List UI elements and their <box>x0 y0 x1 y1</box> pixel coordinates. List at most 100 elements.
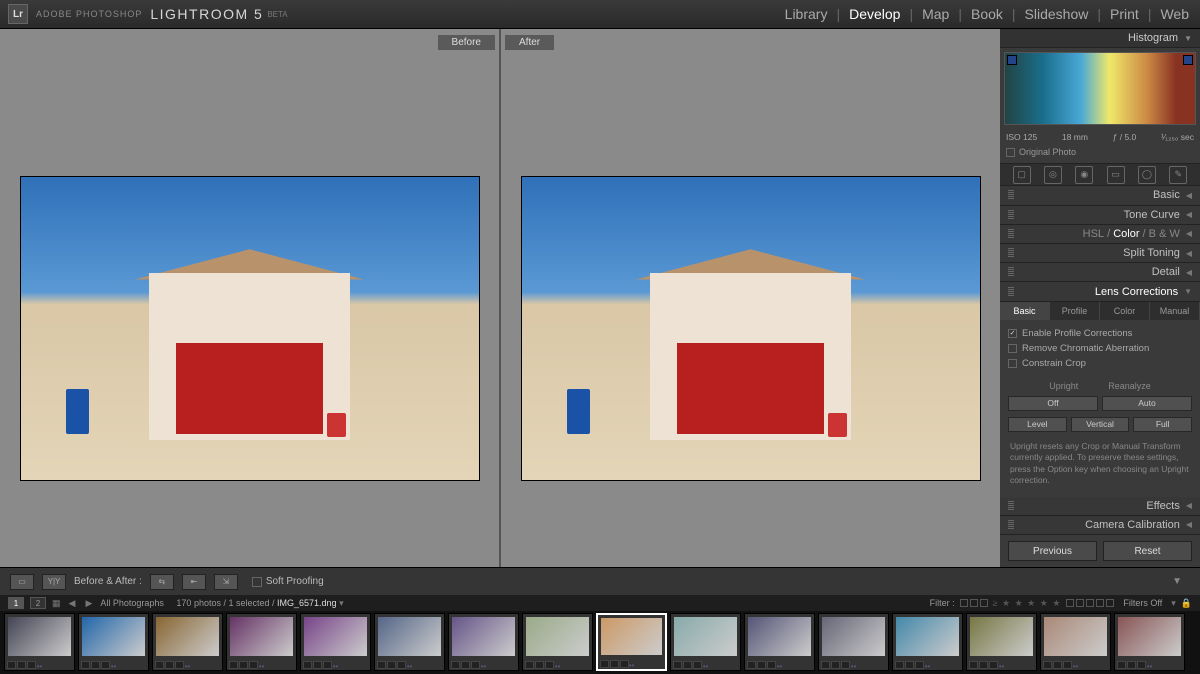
soft-proofing-checkbox[interactable] <box>252 577 262 587</box>
histogram-header[interactable]: Histogram ▼ <box>1000 29 1200 48</box>
filmstrip-thumb[interactable]: •• <box>670 613 741 671</box>
upright-row2: Level Vertical Full <box>1000 414 1200 435</box>
nav-library[interactable]: Library <box>782 6 831 22</box>
highlight-clip-icon[interactable] <box>1183 55 1193 65</box>
nav-map[interactable]: Map <box>919 6 952 22</box>
crop-tool-icon[interactable]: ▢ <box>1013 166 1031 184</box>
before-label: Before <box>438 35 495 50</box>
bottom-toolbar: ▭ Y|Y Before & After : ⇆ ⇤ ⇲ Soft Proofi… <box>0 567 1200 595</box>
color-label-filters[interactable] <box>1066 599 1114 607</box>
filmstrip-thumb[interactable]: •• <box>4 613 75 671</box>
reanalyze-button[interactable]: Reanalyze <box>1108 381 1151 391</box>
nav-book[interactable]: Book <box>968 6 1006 22</box>
nav-fwd-icon[interactable]: ▶ <box>83 598 94 609</box>
upright-vertical-button[interactable]: Vertical <box>1071 417 1130 432</box>
original-photo-row[interactable]: Original Photo <box>1000 145 1200 163</box>
upright-off-button[interactable]: Off <box>1008 396 1098 411</box>
lc-tab-profile[interactable]: Profile <box>1050 302 1100 320</box>
histogram-chart[interactable] <box>1004 52 1196 125</box>
lc-enable-profile-row[interactable]: ✓ Enable Profile Corrections <box>1008 326 1192 341</box>
filter-bar: Filter : ≥ ★ ★ ★ ★ ★ Filters Off ▾ 🔒 <box>930 598 1192 609</box>
shadow-clip-icon[interactable] <box>1007 55 1017 65</box>
section-split-toning[interactable]: Split Toning◀ <box>1000 244 1200 263</box>
nav-back-icon[interactable]: ◀ <box>67 598 78 609</box>
chevron-down-icon: ▼ <box>1184 287 1192 296</box>
lc-tab-basic[interactable]: Basic <box>1000 302 1050 320</box>
section-hsl-color-bw[interactable]: HSL / Color / B & W ◀ <box>1000 225 1200 244</box>
canvas-before[interactable]: Before <box>0 29 499 567</box>
upright-level-button[interactable]: Level <box>1008 417 1067 432</box>
redeye-tool-icon[interactable]: ◉ <box>1075 166 1093 184</box>
monitor-1-button[interactable]: 1 <box>8 597 24 609</box>
before-after-label: Before & After : <box>74 576 142 587</box>
filmstrip-thumb[interactable]: •• <box>596 613 667 671</box>
spot-tool-icon[interactable]: ◎ <box>1044 166 1062 184</box>
section-effects[interactable]: Effects◀ <box>1000 497 1200 516</box>
filmstrip-thumb[interactable]: •• <box>892 613 963 671</box>
nav-web[interactable]: Web <box>1157 6 1192 22</box>
upright-auto-button[interactable]: Auto <box>1102 396 1192 411</box>
section-tone-curve[interactable]: Tone Curve◀ <box>1000 206 1200 225</box>
app-header: Lr ADOBE PHOTOSHOP LIGHTROOM 5 BETA Libr… <box>0 0 1200 29</box>
lc-tab-manual[interactable]: Manual <box>1150 302 1200 320</box>
chevron-left-icon: ◀ <box>1186 249 1192 258</box>
compare-view-button[interactable]: Y|Y <box>42 574 66 590</box>
original-photo-checkbox[interactable] <box>1006 148 1015 157</box>
soft-proofing-row[interactable]: Soft Proofing <box>252 576 324 587</box>
section-lens-corrections[interactable]: Lens Corrections▼ <box>1000 282 1200 301</box>
chevron-down-icon: ▾ <box>339 598 344 608</box>
panel-nav-buttons: Previous Reset <box>1000 535 1200 567</box>
filmstrip-thumb[interactable]: •• <box>448 613 519 671</box>
before-after-copy2-button[interactable]: ⇲ <box>214 574 238 590</box>
filmstrip-thumb[interactable]: •• <box>78 613 149 671</box>
lc-remove-ca-checkbox[interactable] <box>1008 344 1017 353</box>
grad-filter-icon[interactable]: ▭ <box>1107 166 1125 184</box>
grid-icon[interactable]: ▦ <box>52 598 61 609</box>
right-panel: Histogram ▼ ISO 125 18 mm ƒ / 5.0 ¹⁄₁₂₅₀… <box>1000 29 1200 567</box>
filters-off-dropdown[interactable]: Filters Off <box>1119 598 1166 608</box>
lc-constrain-crop-checkbox[interactable] <box>1008 359 1017 368</box>
filmstrip-thumb[interactable]: •• <box>818 613 889 671</box>
lc-remove-ca-row[interactable]: Remove Chromatic Aberration <box>1008 341 1192 356</box>
toolbar-overflow-icon[interactable]: ▼ <box>1164 576 1190 587</box>
filmstrip-thumb[interactable]: •• <box>522 613 593 671</box>
brush-tool-icon[interactable]: ✎ <box>1169 166 1187 184</box>
loupe-view-button[interactable]: ▭ <box>10 574 34 590</box>
filmstrip[interactable]: •••••••••••••••••••••••••••••••• <box>0 611 1200 674</box>
previous-button[interactable]: Previous <box>1008 541 1097 561</box>
section-camera-calibration[interactable]: Camera Calibration◀ <box>1000 516 1200 535</box>
radial-filter-icon[interactable]: ◯ <box>1138 166 1156 184</box>
original-photo-label: Original Photo <box>1019 147 1076 157</box>
filmstrip-thumb[interactable]: •• <box>966 613 1037 671</box>
flag-filters[interactable] <box>960 599 988 607</box>
filmstrip-thumb[interactable]: •• <box>226 613 297 671</box>
breadcrumb[interactable]: All Photographs 170 photos / 1 selected … <box>100 598 343 609</box>
filmstrip-header: 1 2 ▦ ◀ ▶ All Photographs 170 photos / 1… <box>0 595 1200 611</box>
photo-before <box>20 176 480 481</box>
brand-suite: ADOBE PHOTOSHOP <box>36 10 142 19</box>
filmstrip-thumb[interactable]: •• <box>300 613 371 671</box>
filmstrip-thumb[interactable]: •• <box>1040 613 1111 671</box>
lc-tab-color[interactable]: Color <box>1100 302 1150 320</box>
lc-constrain-crop-row[interactable]: Constrain Crop <box>1008 356 1192 371</box>
before-after-copy-button[interactable]: ⇤ <box>182 574 206 590</box>
filmstrip-thumb[interactable]: •• <box>1114 613 1185 671</box>
before-after-swap-button[interactable]: ⇆ <box>150 574 174 590</box>
filmstrip-thumb[interactable]: •• <box>374 613 445 671</box>
section-detail[interactable]: Detail◀ <box>1000 263 1200 282</box>
nav-slideshow[interactable]: Slideshow <box>1022 6 1092 22</box>
canvas-area: Before After <box>0 29 1000 567</box>
canvas-after[interactable]: After <box>501 29 1000 567</box>
filmstrip-thumb[interactable]: •• <box>152 613 223 671</box>
nav-print[interactable]: Print <box>1107 6 1142 22</box>
filter-lock-icon[interactable]: 🔒 <box>1181 598 1192 609</box>
filmstrip-thumb[interactable]: •• <box>744 613 815 671</box>
filter-label: Filter : <box>930 598 955 608</box>
lc-enable-profile-checkbox[interactable]: ✓ <box>1008 329 1017 338</box>
nav-develop[interactable]: Develop <box>846 6 903 22</box>
section-basic[interactable]: Basic◀ <box>1000 186 1200 205</box>
monitor-2-button[interactable]: 2 <box>30 597 46 609</box>
reset-button[interactable]: Reset <box>1103 541 1192 561</box>
star-filter[interactable]: ≥ ★ ★ ★ ★ ★ <box>993 598 1062 609</box>
upright-full-button[interactable]: Full <box>1133 417 1192 432</box>
